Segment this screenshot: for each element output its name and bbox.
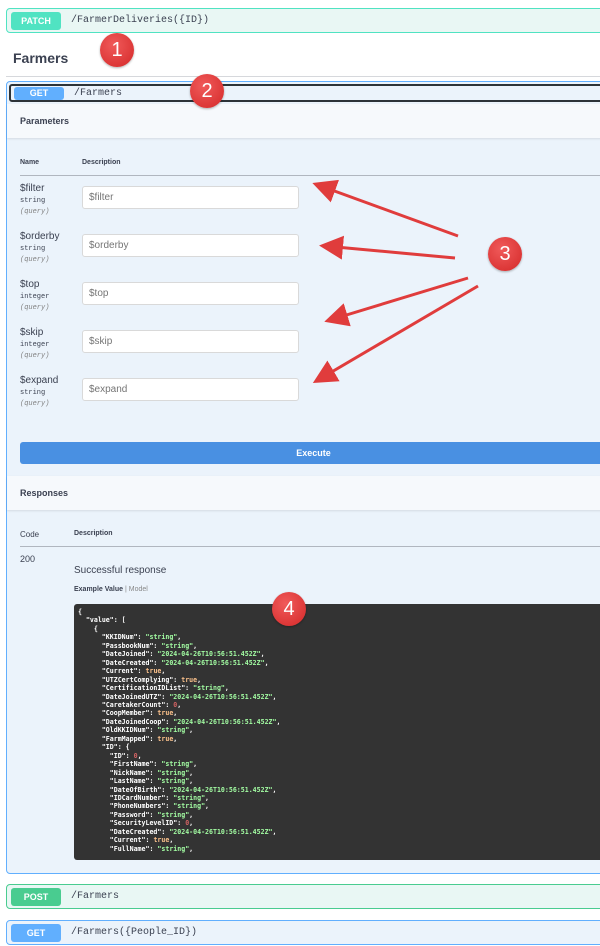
marker-4: 4: [272, 592, 306, 626]
arrow-to-orderby: [319, 235, 456, 260]
marker-2: 2: [190, 74, 224, 108]
marker-1: 1: [100, 33, 134, 67]
annotation-arrows: [312, 179, 479, 384]
marker-3: 3: [488, 237, 522, 271]
arrow-to-skip: [324, 276, 469, 327]
arrow-to-filter: [312, 179, 459, 238]
